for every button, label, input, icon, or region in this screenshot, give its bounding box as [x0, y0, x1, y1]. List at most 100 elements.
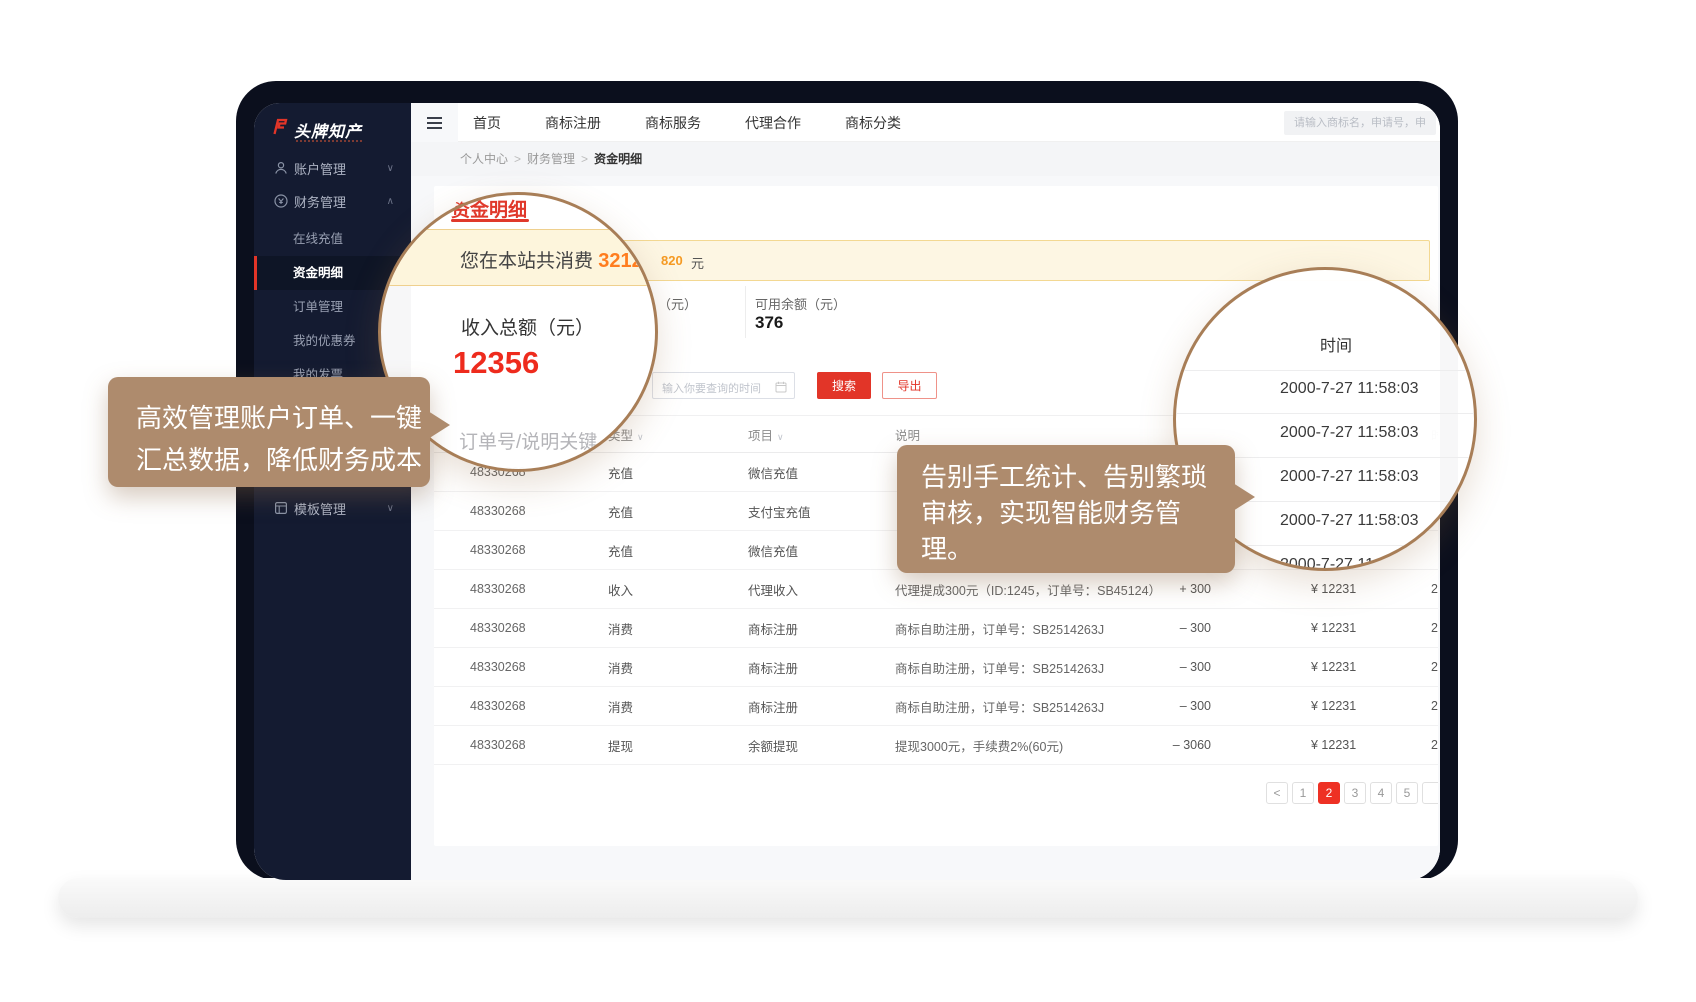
- cell-type: 充值: [608, 541, 748, 560]
- col-desc: 说明: [895, 425, 1135, 444]
- callout-text: 审核，实现智能财务管: [921, 495, 1235, 531]
- date-query-input[interactable]: 输入你要查询的时间: [652, 372, 795, 399]
- magnified-tab-underline: [451, 219, 529, 222]
- export-button[interactable]: 导出: [882, 372, 937, 399]
- callout-left: 高效管理账户订单、一键 汇总数据，降低财务成本: [108, 377, 430, 487]
- cell-balance: ¥ 12231: [1211, 621, 1431, 635]
- cell-project: 代理收入: [748, 580, 895, 599]
- cell-type: 消费: [608, 619, 748, 638]
- sort-caret-icon: ∨: [777, 432, 784, 442]
- sort-caret-icon: ∨: [637, 432, 644, 442]
- pagination-page-4[interactable]: 4: [1370, 782, 1392, 804]
- cell-description: 商标自助注册，订单号：SB2514263J: [895, 658, 1135, 677]
- cell-time: 2000-7-27 11:58:03: [1431, 699, 1438, 713]
- sidebar-item-finance[interactable]: 财务管理 ∧: [254, 184, 411, 218]
- breadcrumb-item[interactable]: 财务管理: [527, 152, 575, 166]
- chevron-down-icon: ∨: [387, 163, 394, 174]
- cell-description: 商标自助注册，订单号：SB2514263J: [895, 619, 1135, 638]
- cell-amount: + 300: [1135, 582, 1211, 596]
- brand-name: 头牌知产: [294, 118, 362, 142]
- callout-text: 理。: [921, 531, 1235, 567]
- cell-order-number: 48330268: [470, 621, 608, 635]
- col-type[interactable]: 类型∨: [608, 425, 748, 444]
- cell-type: 充值: [608, 463, 748, 482]
- cell-balance: ¥ 12231: [1211, 582, 1431, 596]
- stat-expense-label: （元）: [658, 294, 697, 313]
- callout-text: 汇总数据，降低财务成本: [136, 439, 430, 481]
- cell-order-number: 48330268: [470, 582, 608, 596]
- template-icon: [273, 500, 289, 516]
- magnified-income-label: 收入总额（元）: [461, 313, 594, 340]
- magnified-time-value: 2000-7-27 11:58:03: [1280, 380, 1418, 398]
- stat-divider: [745, 286, 746, 338]
- cell-amount: – 300: [1135, 621, 1211, 635]
- table-row[interactable]: 48330268提现余额提现提现3000元，手续费2%(60元)– 3060¥ …: [434, 726, 1438, 765]
- cell-time: 2000-7-27 11:58:03: [1431, 660, 1438, 674]
- cell-time: 2000-7-27 11:58:03: [1431, 738, 1438, 752]
- cell-amount: – 300: [1135, 660, 1211, 674]
- table-row[interactable]: 48330268收入代理收入代理提成300元（ID:1245，订单号：SB451…: [434, 570, 1438, 609]
- cell-type: 收入: [608, 580, 748, 599]
- cell-balance: ¥ 12231: [1211, 738, 1431, 752]
- top-navbar: 首页 商标注册 商标服务 代理合作 商标分类: [411, 103, 1440, 142]
- cell-balance: ¥ 12231: [1211, 699, 1431, 713]
- magnified-banner: 您在本站共消费 32124 元: [378, 229, 658, 286]
- brand-logo-icon: [270, 117, 290, 137]
- laptop-base: [58, 878, 1638, 918]
- nav-item-商标服务[interactable]: 商标服务: [645, 113, 701, 133]
- breadcrumb-separator: >: [581, 152, 588, 166]
- sidebar-item-account[interactable]: 账户管理 ∨: [254, 151, 411, 185]
- table-row[interactable]: 48330268消费商标注册商标自助注册，订单号：SB2514263J– 300…: [434, 609, 1438, 648]
- cell-description: 商标自助注册，订单号：SB2514263J: [895, 697, 1135, 716]
- brand-logo[interactable]: 头牌知产: [270, 113, 400, 153]
- hamburger-menu-icon[interactable]: [411, 103, 458, 142]
- stat-balance-value: 376: [755, 313, 783, 333]
- pagination-page-1[interactable]: 1: [1292, 782, 1314, 804]
- chevron-up-icon: ∧: [387, 196, 394, 207]
- callout-text: 高效管理账户订单、一键: [136, 397, 430, 439]
- sidebar-item-template[interactable]: 模板管理 ∨: [254, 491, 411, 525]
- cell-project: 商标注册: [748, 619, 895, 638]
- callout-right: 告别手工统计、告别繁琐 审核，实现智能财务管 理。: [897, 445, 1235, 573]
- magnified-time-value: 2000-7-27 11:58:03: [1280, 424, 1418, 442]
- brand-tagline-dots: [296, 140, 362, 142]
- cell-type: 充值: [608, 502, 748, 521]
- cell-project: 余额提现: [748, 736, 895, 755]
- table-row[interactable]: 48330268消费商标注册商标自助注册，订单号：SB2514263J– 300…: [434, 687, 1438, 726]
- magnified-time-value: 2000-7-27 11:58:03: [1280, 512, 1418, 530]
- magnified-order-header: 订单号/说明关键: [459, 427, 597, 454]
- cell-description: 代理提成300元（ID:1245，订单号：SB45124）: [895, 580, 1135, 599]
- nav-item-商标注册[interactable]: 商标注册: [545, 113, 601, 133]
- user-icon: [273, 160, 289, 176]
- nav-item-代理合作[interactable]: 代理合作: [745, 113, 801, 133]
- pagination-page-2[interactable]: 2: [1318, 782, 1340, 804]
- cell-project: 微信充值: [748, 541, 895, 560]
- col-project[interactable]: 项目∨: [748, 425, 895, 444]
- cell-type: 消费: [608, 697, 748, 716]
- nav-item-商标分类[interactable]: 商标分类: [845, 113, 901, 133]
- magnified-time-row: 2000-7-27 11:58:03: [1176, 370, 1477, 414]
- cell-project: 微信充值: [748, 463, 895, 482]
- search-button[interactable]: 搜索: [817, 372, 871, 399]
- banner-amount: 820: [661, 253, 683, 268]
- pagination-prev-button[interactable]: <: [1266, 782, 1288, 804]
- nav-item-首页[interactable]: 首页: [473, 113, 501, 133]
- pagination-page-next-clipped[interactable]: [1422, 782, 1438, 804]
- cell-project: 商标注册: [748, 697, 895, 716]
- chevron-down-icon: ∨: [387, 503, 394, 514]
- search-input[interactable]: [1284, 111, 1436, 135]
- banner-unit: 元: [691, 253, 704, 272]
- magnified-tab-label: 资金明细: [451, 195, 527, 222]
- pagination-page-5[interactable]: 5: [1396, 782, 1418, 804]
- cell-order-number: 48330268: [470, 504, 608, 518]
- callout-text: 告别手工统计、告别繁琐: [921, 459, 1235, 495]
- cell-project: 商标注册: [748, 658, 895, 677]
- table-row[interactable]: 48330268消费商标注册商标自助注册，订单号：SB2514263J– 300…: [434, 648, 1438, 687]
- cell-project: 支付宝充值: [748, 502, 895, 521]
- date-query-placeholder: 输入你要查询的时间: [662, 380, 761, 396]
- cell-type: 提现: [608, 736, 748, 755]
- pagination-page-3[interactable]: 3: [1344, 782, 1366, 804]
- cell-order-number: 48330268: [470, 738, 608, 752]
- breadcrumb-item[interactable]: 个人中心: [460, 152, 508, 166]
- cell-order-number: 48330268: [470, 543, 608, 557]
